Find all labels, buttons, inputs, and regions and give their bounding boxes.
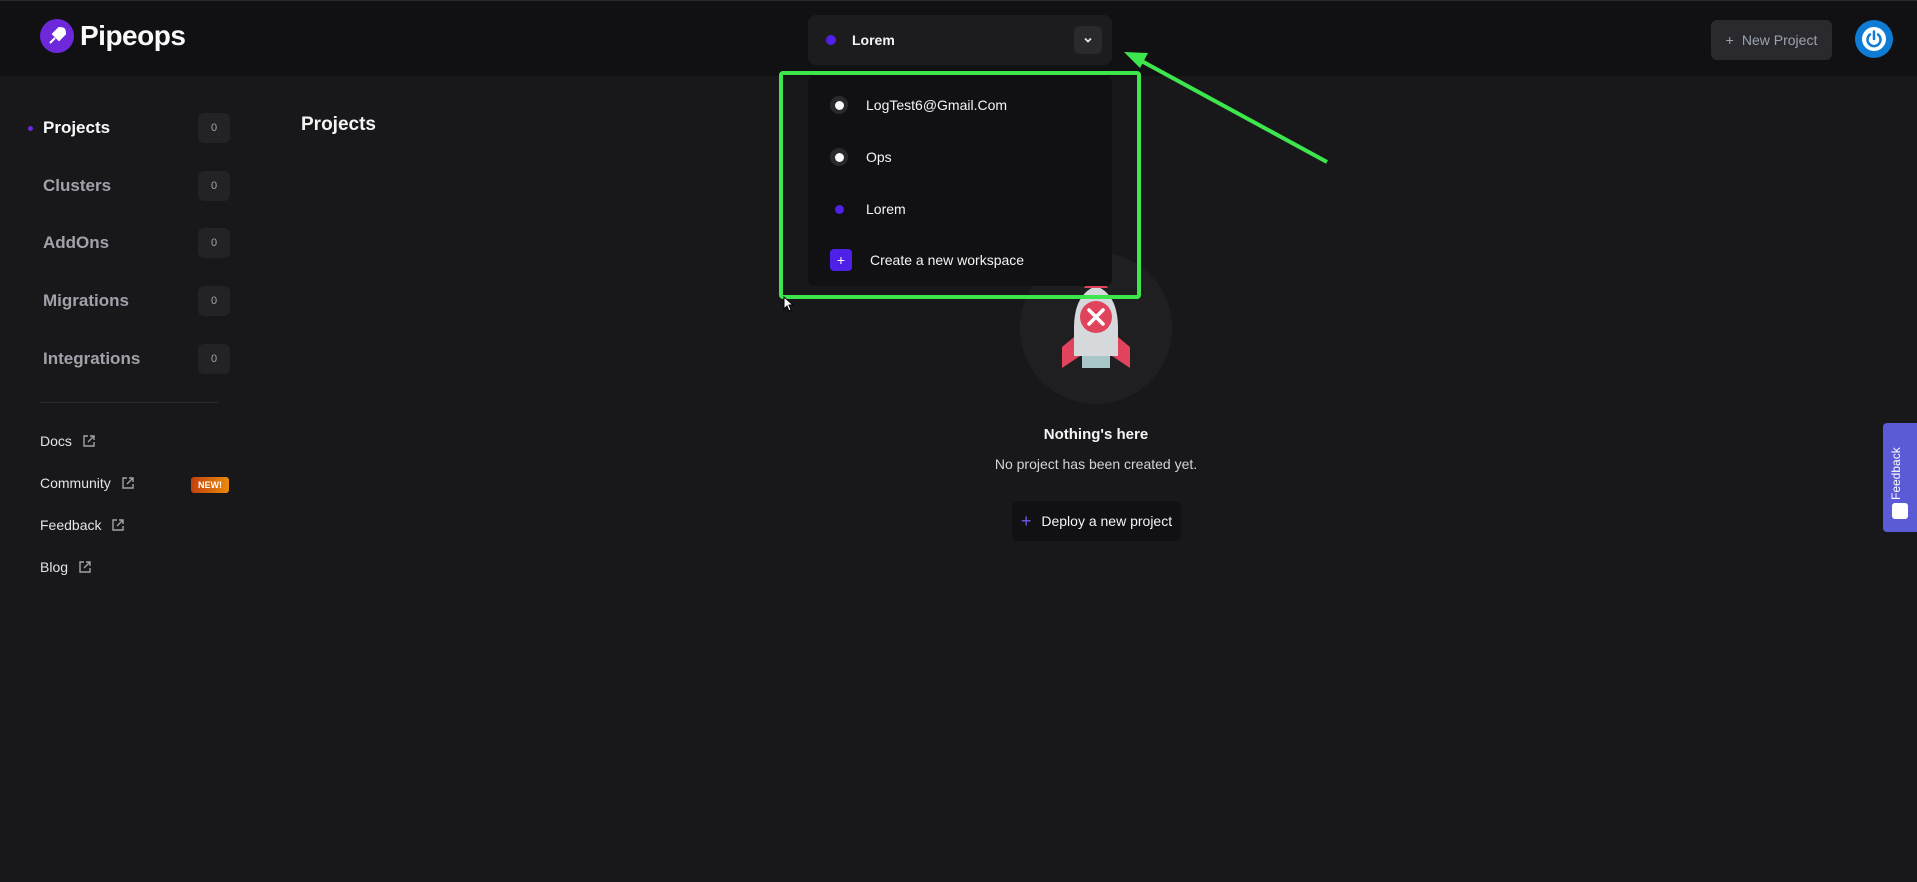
feedback-tab[interactable]: Feedback xyxy=(1883,423,1917,532)
sidebar-item-clusters[interactable]: Clusters 0 xyxy=(28,169,230,203)
sidebar-link-label: Feedback xyxy=(40,517,102,533)
brand-logo[interactable]: Pipeops xyxy=(40,19,186,53)
active-bullet-icon xyxy=(28,125,33,131)
deploy-new-project-button[interactable]: + Deploy a new project xyxy=(1012,501,1181,541)
count-badge: 0 xyxy=(198,228,230,258)
sidebar-item-projects[interactable]: Projects 0 xyxy=(28,111,230,145)
count-badge: 0 xyxy=(198,113,230,143)
workspace-dropdown: LogTest6@Gmail.Com Ops Lorem + Create a … xyxy=(808,76,1112,286)
power-icon[interactable] xyxy=(1855,20,1893,58)
workspace-dot-icon xyxy=(826,35,836,45)
external-link-icon xyxy=(83,435,95,447)
brand-name: Pipeops xyxy=(80,20,186,51)
sidebar-link-label: Blog xyxy=(40,559,69,575)
deploy-label: Deploy a new project xyxy=(1041,513,1173,529)
workspace-option-label: Ops xyxy=(866,149,892,165)
create-workspace-button[interactable]: + Create a new workspace xyxy=(830,243,1100,277)
sidebar-link-community[interactable]: Community xyxy=(40,475,135,491)
page-title: Projects xyxy=(301,114,376,135)
workspace-select[interactable]: Lorem xyxy=(808,15,1112,65)
workspace-option[interactable]: Lorem xyxy=(830,192,1100,226)
sidebar-link-blog[interactable]: Blog xyxy=(40,559,92,575)
workspace-option-label: LogTest6@Gmail.Com xyxy=(866,97,1008,113)
sidebar-link-label: Docs xyxy=(40,433,72,449)
new-project-button[interactable]: + New Project xyxy=(1711,20,1832,60)
sidebar-link-feedback[interactable]: Feedback xyxy=(40,517,125,533)
workspace-option-label: Lorem xyxy=(866,201,906,217)
plus-icon: + xyxy=(830,249,852,271)
sidebar-link-label: Community xyxy=(40,475,111,491)
plus-icon: + xyxy=(1020,510,1032,531)
count-badge: 0 xyxy=(198,171,230,201)
chevron-down-icon[interactable] xyxy=(1074,26,1102,54)
rocket-logo-icon xyxy=(40,19,74,53)
external-link-icon xyxy=(122,477,134,489)
radio-icon xyxy=(830,148,848,166)
sidebar-item-label: Migrations xyxy=(43,291,129,310)
external-link-icon xyxy=(112,519,125,531)
create-workspace-label: Create a new workspace xyxy=(870,252,1025,268)
top-bar: Pipeops Lorem + New Project xyxy=(0,0,1917,76)
sidebar-item-label: Projects xyxy=(43,118,111,137)
plus-icon: + xyxy=(1725,32,1734,48)
new-project-label: New Project xyxy=(1741,32,1818,48)
radio-icon xyxy=(830,96,848,114)
mouse-cursor-icon xyxy=(783,296,795,312)
sidebar-link-docs[interactable]: Docs xyxy=(40,433,96,449)
count-badge: 0 xyxy=(198,344,230,374)
empty-state-title: Nothing's here xyxy=(1043,426,1149,443)
sidebar-item-label: Integrations xyxy=(43,349,141,368)
workspace-current: Lorem xyxy=(852,32,895,48)
selected-dot-icon xyxy=(830,200,848,218)
sidebar-item-label: AddOns xyxy=(43,233,110,252)
sidebar-item-label: Clusters xyxy=(43,176,112,195)
chat-icon xyxy=(1892,503,1908,519)
sidebar-divider xyxy=(40,402,218,403)
new-badge: NEW! xyxy=(191,477,229,493)
external-link-icon xyxy=(79,561,91,573)
sidebar-item-migrations[interactable]: Migrations 0 xyxy=(28,284,230,318)
feedback-tab-label: Feedback xyxy=(1889,447,1903,500)
workspace-option[interactable]: LogTest6@Gmail.Com xyxy=(830,88,1100,122)
workspace-option[interactable]: Ops xyxy=(830,140,1100,174)
sidebar-item-integrations[interactable]: Integrations 0 xyxy=(28,342,230,376)
count-badge: 0 xyxy=(198,286,230,316)
empty-state-subtitle: No project has been created yet. xyxy=(994,456,1198,472)
sidebar-item-addons[interactable]: AddOns 0 xyxy=(28,226,230,260)
